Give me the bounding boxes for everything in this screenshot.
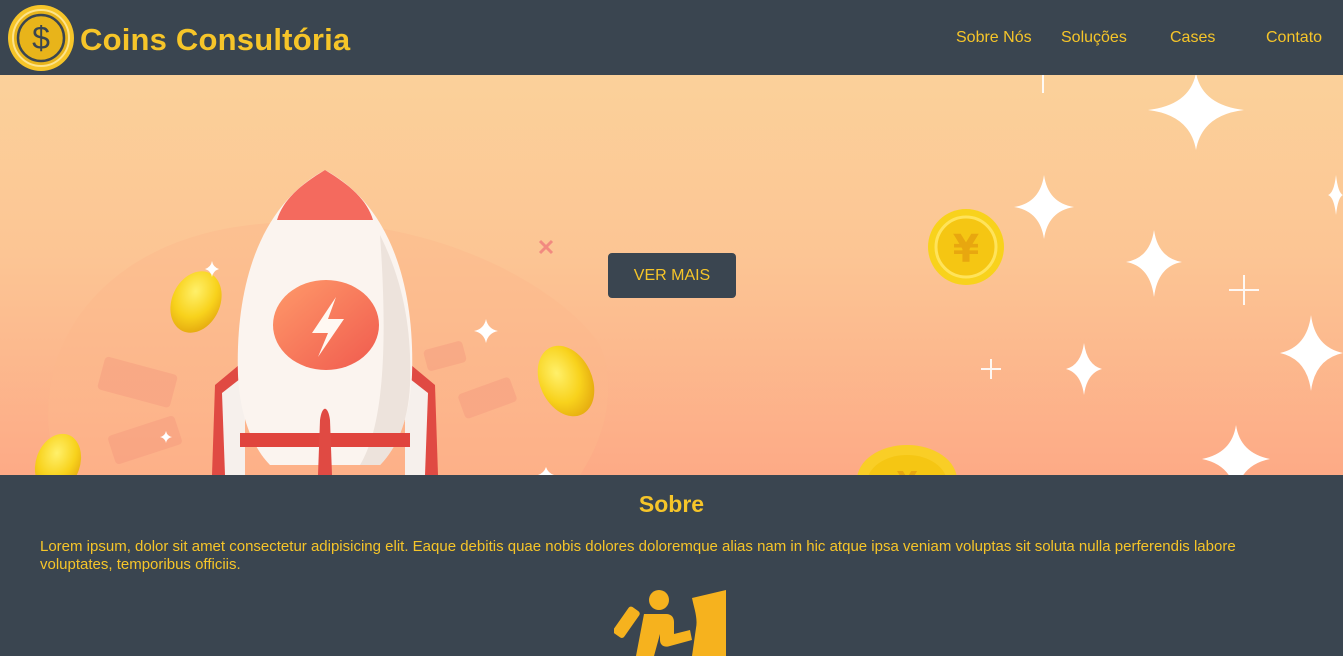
about-text: Lorem ipsum, dolor sit amet consectetur …	[40, 538, 1236, 573]
nav-link-sobre-nos[interactable]: Sobre Nós	[956, 29, 1032, 47]
nav-link-cases[interactable]: Cases	[1170, 29, 1215, 47]
main-nav: Sobre Nós Soluções Cases Contato	[0, 29, 1343, 51]
climbing-person-icon	[614, 590, 726, 656]
about-section: Sobre Lorem ipsum, dolor sit amet consec…	[0, 475, 1343, 656]
about-title: Sobre	[638, 491, 705, 517]
nav-link-contato[interactable]: Contato	[1266, 29, 1322, 47]
yen-coin: ¥	[928, 209, 1004, 285]
svg-text:¥: ¥	[897, 466, 918, 475]
nav-link-solucoes[interactable]: Soluções	[1061, 29, 1127, 47]
ver-mais-button[interactable]: VER MAIS	[608, 253, 736, 298]
site-header: $ Coins Consultória Sobre Nós Soluções C…	[0, 0, 1343, 75]
svg-text:¥: ¥	[953, 227, 979, 271]
hero-banner: ¥ ¥ VER MAIS	[0, 75, 1343, 475]
